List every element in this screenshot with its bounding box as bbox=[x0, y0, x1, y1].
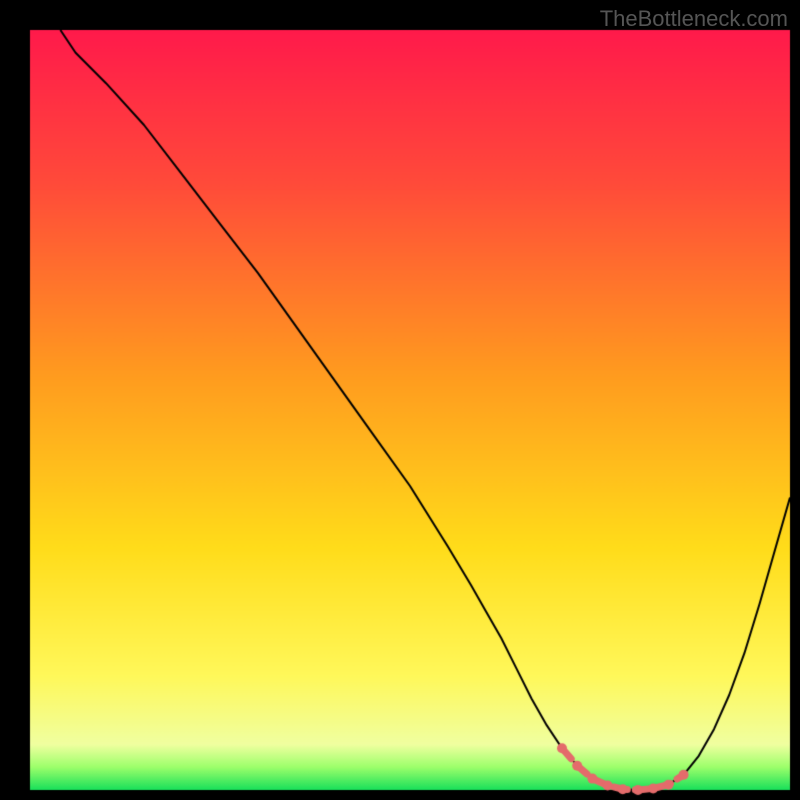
chart-container: TheBottleneck.com bbox=[0, 0, 800, 800]
watermark-text: TheBottleneck.com bbox=[600, 6, 788, 32]
bottleneck-curve-chart bbox=[0, 0, 800, 800]
